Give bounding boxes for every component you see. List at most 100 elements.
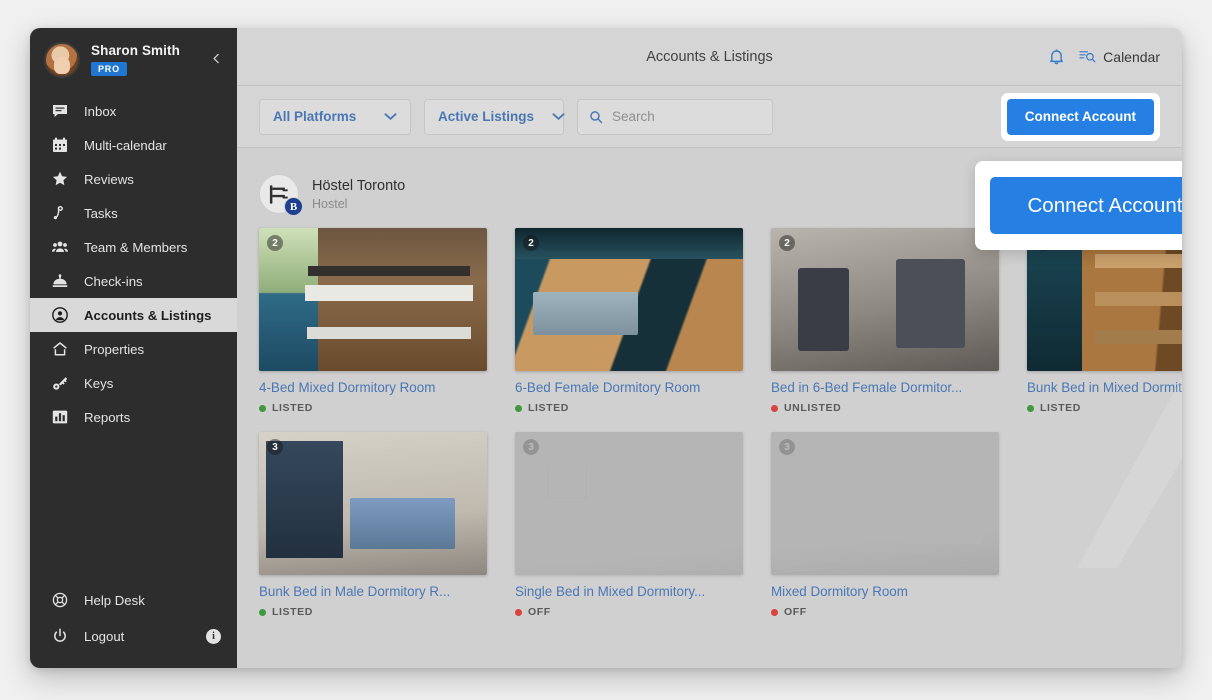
status-dot	[515, 404, 522, 412]
platform-filter-dropdown[interactable]: All Platforms	[259, 98, 411, 135]
listing-title[interactable]: 4-Bed Mixed Dormitory Room	[259, 380, 487, 395]
sidebar-item-tasks[interactable]: Tasks	[30, 196, 237, 230]
zoom-connect-account-button[interactable]: Connect Account	[990, 177, 1182, 234]
listing-count-badge: 3	[267, 439, 283, 455]
calendar-label: Calendar	[1103, 48, 1160, 65]
listings-grid: 2 4-Bed Mixed Dormitory Room LISTED 2 6-Bed …	[259, 228, 1182, 618]
status-label: OFF	[528, 606, 551, 618]
listing-card[interactable]: 2Bunk Bed in Mixed Dormitory...LISTED	[1027, 228, 1182, 414]
sidebar: Sharon Smith PRO Inbox Multi-calendar Re…	[30, 28, 237, 668]
sidebar-item-label: Logout	[84, 628, 125, 644]
bar-chart-icon	[52, 409, 76, 425]
listing-thumbnail[interactable]: 3	[771, 432, 999, 575]
sidebar-item-label: Properties	[84, 341, 145, 357]
connect-account-button[interactable]: Connect Account	[1006, 98, 1154, 135]
sidebar-item-check-ins[interactable]: Check-ins	[30, 264, 237, 298]
listing-thumbnail[interactable]: 2	[771, 228, 999, 371]
listing-title[interactable]: Bunk Bed in Male Dormitory R...	[259, 584, 487, 599]
account-avatar: B	[259, 174, 303, 216]
sidebar-item-team-members[interactable]: Team & Members	[30, 230, 237, 264]
avatar	[44, 42, 80, 78]
top-bar: Accounts & Listings Calendar	[237, 28, 1182, 86]
listing-status-filter-label: Active Listings	[438, 109, 535, 124]
listing-count-badge: 3	[779, 439, 795, 455]
status-dot	[1027, 404, 1034, 412]
bell-icon[interactable]	[1048, 48, 1065, 65]
sidebar-item-inbox[interactable]: Inbox	[30, 94, 237, 128]
sidebar-item-label: Tasks	[84, 205, 118, 221]
listing-thumbnail[interactable]: 3	[259, 432, 487, 575]
status-label: LISTED	[1040, 402, 1081, 414]
page-title: Accounts & Listings	[646, 48, 773, 65]
app-window: Sharon Smith PRO Inbox Multi-calendar Re…	[30, 28, 1182, 668]
listing-status: LISTED	[1027, 402, 1182, 414]
sidebar-item-label: Reports	[84, 409, 131, 425]
search-input[interactable]	[612, 109, 761, 124]
platform-badge: B	[284, 197, 303, 216]
listing-title[interactable]: Bunk Bed in Mixed Dormitory...	[1027, 380, 1182, 395]
listing-status-filter-dropdown[interactable]: Active Listings	[424, 98, 565, 135]
listing-card[interactable]: 2 4-Bed Mixed Dormitory Room LISTED	[259, 228, 487, 414]
listing-card[interactable]: 3 Mixed Dormitory Room OFF	[771, 432, 999, 618]
listing-status: OFF	[771, 606, 999, 618]
sidebar-item-label: Accounts & Listings	[84, 307, 212, 323]
listing-thumbnail[interactable]: 2	[259, 228, 487, 371]
zoom-callout-card: Connect Account	[975, 161, 1182, 250]
sidebar-nav: Inbox Multi-calendar Reviews Tasks Team …	[30, 94, 237, 434]
calendar-icon	[52, 137, 76, 153]
sidebar-item-label: Reviews	[84, 171, 134, 187]
search-box[interactable]	[577, 98, 773, 135]
listing-title[interactable]: Bed in 6-Bed Female Dormitor...	[771, 380, 999, 395]
listing-card[interactable]: 2 6-Bed Female Dormitory Room LISTED	[515, 228, 743, 414]
chevron-left-icon[interactable]	[210, 52, 223, 68]
status-dot	[259, 404, 266, 412]
calendar-link[interactable]: Calendar	[1079, 49, 1160, 65]
status-label: LISTED	[272, 402, 313, 414]
listing-card[interactable]: 3 Bunk Bed in Male Dormitory R... LISTED	[259, 432, 487, 618]
listing-thumbnail[interactable]: 3	[515, 432, 743, 575]
sidebar-item-label: Team & Members	[84, 239, 188, 255]
filter-bar: All Platforms Active Listings Connect Ac…	[237, 86, 1182, 148]
listing-title[interactable]: Single Bed in Mixed Dormitory...	[515, 584, 743, 599]
sidebar-bottom-nav: Help Desk Logout i	[30, 582, 237, 668]
inbox-chat-icon	[52, 103, 76, 119]
key-icon	[52, 375, 76, 391]
listing-title[interactable]: Mixed Dormitory Room	[771, 584, 999, 599]
sidebar-profile[interactable]: Sharon Smith PRO	[30, 28, 237, 88]
status-label: LISTED	[272, 606, 313, 618]
sidebar-item-label: Inbox	[84, 103, 117, 119]
sidebar-item-help-desk[interactable]: Help Desk	[30, 582, 237, 618]
listing-thumbnail[interactable]: 2	[515, 228, 743, 371]
bell-desk-icon	[52, 273, 76, 289]
account-type: Hostel	[312, 196, 348, 211]
listing-card[interactable]: 3 Single Bed in Mixed Dormitory... OFF	[515, 432, 743, 618]
sidebar-item-label: Multi-calendar	[84, 137, 167, 153]
connect-account-highlight: Connect Account	[1000, 92, 1160, 141]
listing-count-badge: 3	[523, 439, 539, 455]
info-icon[interactable]: i	[206, 628, 221, 644]
sidebar-item-reviews[interactable]: Reviews	[30, 162, 237, 196]
lifebuoy-icon	[52, 592, 76, 608]
status-dot	[771, 404, 778, 412]
sidebar-item-keys[interactable]: Keys	[30, 366, 237, 400]
platform-filter-label: All Platforms	[273, 109, 357, 124]
listing-card[interactable]: 2 Bed in 6-Bed Female Dormitor... UNLISTED	[771, 228, 999, 414]
status-dot	[771, 608, 778, 616]
sidebar-item-label: Check-ins	[84, 273, 143, 289]
profile-name: Sharon Smith	[91, 43, 180, 58]
listing-count-badge: 2	[779, 235, 795, 251]
sidebar-item-logout[interactable]: Logout i	[30, 618, 237, 654]
sidebar-item-properties[interactable]: Properties	[30, 332, 237, 366]
sidebar-item-label: Help Desk	[84, 592, 145, 608]
status-label: OFF	[784, 606, 807, 618]
main-area: Accounts & Listings Calendar All Platfor…	[237, 28, 1182, 668]
star-icon	[52, 171, 76, 187]
listing-title[interactable]: 6-Bed Female Dormitory Room	[515, 380, 743, 395]
power-icon	[52, 628, 76, 644]
listing-status: UNLISTED	[771, 402, 999, 414]
sidebar-item-reports[interactable]: Reports	[30, 400, 237, 434]
sidebar-item-multi-calendar[interactable]: Multi-calendar	[30, 128, 237, 162]
listing-status: LISTED	[515, 402, 743, 414]
sidebar-item-accounts-listings[interactable]: Accounts & Listings	[30, 298, 237, 332]
listing-status: LISTED	[259, 402, 487, 414]
